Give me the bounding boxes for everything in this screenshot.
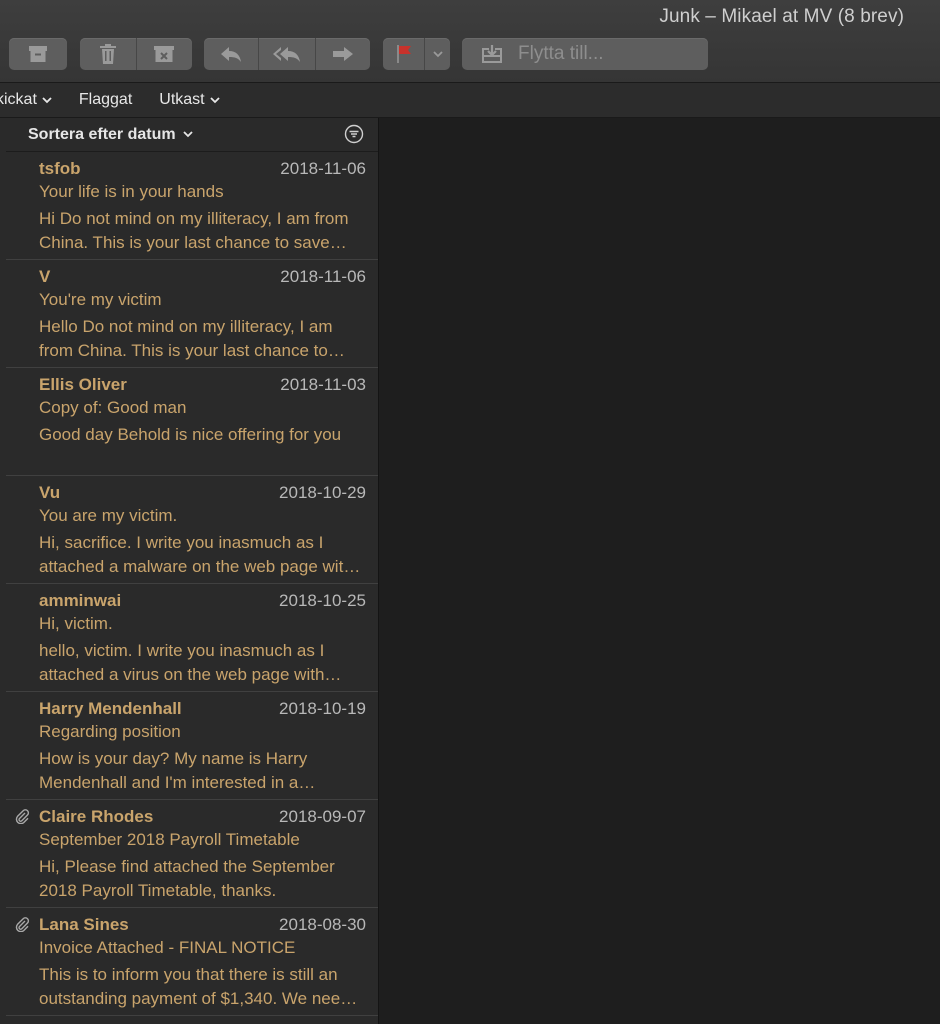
message-preview: Hi Do not mind on my illiteracy, I am fr… <box>39 209 349 252</box>
list-item[interactable]: Vu 2018-10-29 You are my victim. Hi, sac… <box>6 476 378 584</box>
message-list: Sortera efter datum tsfob 2018-11-06 You… <box>0 118 379 1024</box>
message-sender: Lana Sines <box>39 915 129 934</box>
list-item[interactable]: tsfob 2018-11-06 Your life is in your ha… <box>6 152 378 260</box>
message-sender: amminwai <box>39 591 122 610</box>
message-date: 2018-09-07 <box>279 807 366 826</box>
message-sender: tsfob <box>39 159 81 178</box>
list-item[interactable]: Harry Mendenhall 2018-10-19 Regarding po… <box>6 692 378 800</box>
list-item[interactable]: Lana Sines 2018-08-30 Invoice Attached -… <box>6 908 378 1016</box>
message-preview: This is to inform you that there is stil… <box>39 965 350 1008</box>
forward-button[interactable] <box>316 38 370 70</box>
message-sender: Vu <box>39 483 61 502</box>
message-preview: Hello Do not mind on my illiteracy, I am… <box>39 317 333 360</box>
message-sender: Harry Mendenhall <box>39 699 182 718</box>
message-date: 2018-11-06 <box>280 159 366 178</box>
message-date: 2018-10-25 <box>279 591 366 610</box>
move-to-placeholder: Flytta till... <box>518 43 604 64</box>
message-preview: Good day Behold is nice offering for you <box>39 425 342 444</box>
list-item[interactable]: V 2018-11-06 You're my victim Hello Do n… <box>6 260 378 368</box>
trash-icon <box>99 44 116 64</box>
flag-icon <box>396 45 411 63</box>
message-date: 2018-10-19 <box>279 699 366 718</box>
paperclip-icon <box>15 917 30 932</box>
reply-button-group <box>204 38 370 70</box>
sort-bar: Sortera efter datum <box>6 118 378 152</box>
junk-icon <box>154 46 175 62</box>
flag-menu-button[interactable] <box>425 38 450 70</box>
window-title: Junk – Mikael at MV (8 brev) <box>659 6 904 27</box>
message-date: 2018-10-29 <box>279 483 366 502</box>
chevron-down-icon <box>182 131 193 138</box>
archive-icon <box>29 46 47 62</box>
message-subject: Copy of: Good man <box>39 398 187 417</box>
flag-button-group <box>383 38 450 70</box>
favorites-bar: kickat Flaggat Utkast <box>0 83 940 118</box>
forward-icon <box>332 47 353 61</box>
message-subject: You are my victim. <box>39 506 178 525</box>
message-subject: Invoice Attached - FINAL NOTICE <box>39 938 296 957</box>
message-subject: Regarding position <box>39 722 181 741</box>
reply-button[interactable] <box>204 38 260 70</box>
flag-button[interactable] <box>383 38 426 70</box>
favorite-label: Utkast <box>159 91 205 108</box>
favorite-sent[interactable]: kickat <box>0 91 52 109</box>
archive-button-group <box>9 38 67 70</box>
message-preview: hello, victim. I write you inasmuch as I… <box>39 641 325 684</box>
reply-all-icon <box>273 47 300 62</box>
message-sender: V <box>39 267 51 286</box>
favorite-drafts[interactable]: Utkast <box>159 91 220 109</box>
list-item[interactable]: Ellis Oliver 2018-11-03 Copy of: Good ma… <box>6 368 378 476</box>
archive-button[interactable] <box>9 38 67 70</box>
reply-icon <box>221 47 242 62</box>
chevron-down-icon <box>433 50 443 57</box>
favorite-flagged[interactable]: Flaggat <box>79 91 132 109</box>
sort-menu-button[interactable]: Sortera efter datum <box>28 126 193 144</box>
message-preview: Hi, Please find attached the September 2… <box>39 857 335 900</box>
message-preview: How is your day? My name is Harry Menden… <box>39 749 308 792</box>
reading-pane <box>380 118 940 1024</box>
message-subject: Your life is in your hands <box>39 182 224 201</box>
delete-button[interactable] <box>80 38 137 70</box>
chevron-down-icon <box>209 96 220 103</box>
move-icon <box>482 45 502 63</box>
list-item[interactable]: amminwai 2018-10-25 Hi, victim. hello, v… <box>6 584 378 692</box>
move-to-field[interactable]: Flytta till... <box>462 38 708 70</box>
favorite-label: kickat <box>0 91 37 108</box>
message-date: 2018-11-03 <box>280 375 366 394</box>
chevron-down-icon <box>42 96 52 103</box>
filter-icon[interactable] <box>344 124 364 144</box>
paperclip-icon <box>15 809 30 824</box>
list-item[interactable]: Claire Rhodes 2018-09-07 September 2018 … <box>6 800 378 908</box>
message-preview: Hi, sacrifice. I write you inasmuch as I… <box>39 533 353 576</box>
sort-label: Sortera efter datum <box>28 125 176 143</box>
message-sender: Ellis Oliver <box>39 375 127 394</box>
window-toolbar: Junk – Mikael at MV (8 brev) Flytta till… <box>0 0 940 83</box>
message-subject: You're my victim <box>39 290 162 309</box>
message-subject: September 2018 Payroll Timetable <box>39 830 300 849</box>
reply-all-button[interactable] <box>259 38 316 70</box>
message-subject: Hi, victim. <box>39 614 113 633</box>
message-date: 2018-11-06 <box>280 267 366 286</box>
message-sender: Claire Rhodes <box>39 807 154 826</box>
favorite-label: Flaggat <box>78 91 133 108</box>
message-date: 2018-08-30 <box>279 915 366 934</box>
junk-button[interactable] <box>137 38 193 70</box>
delete-button-group <box>80 38 192 70</box>
